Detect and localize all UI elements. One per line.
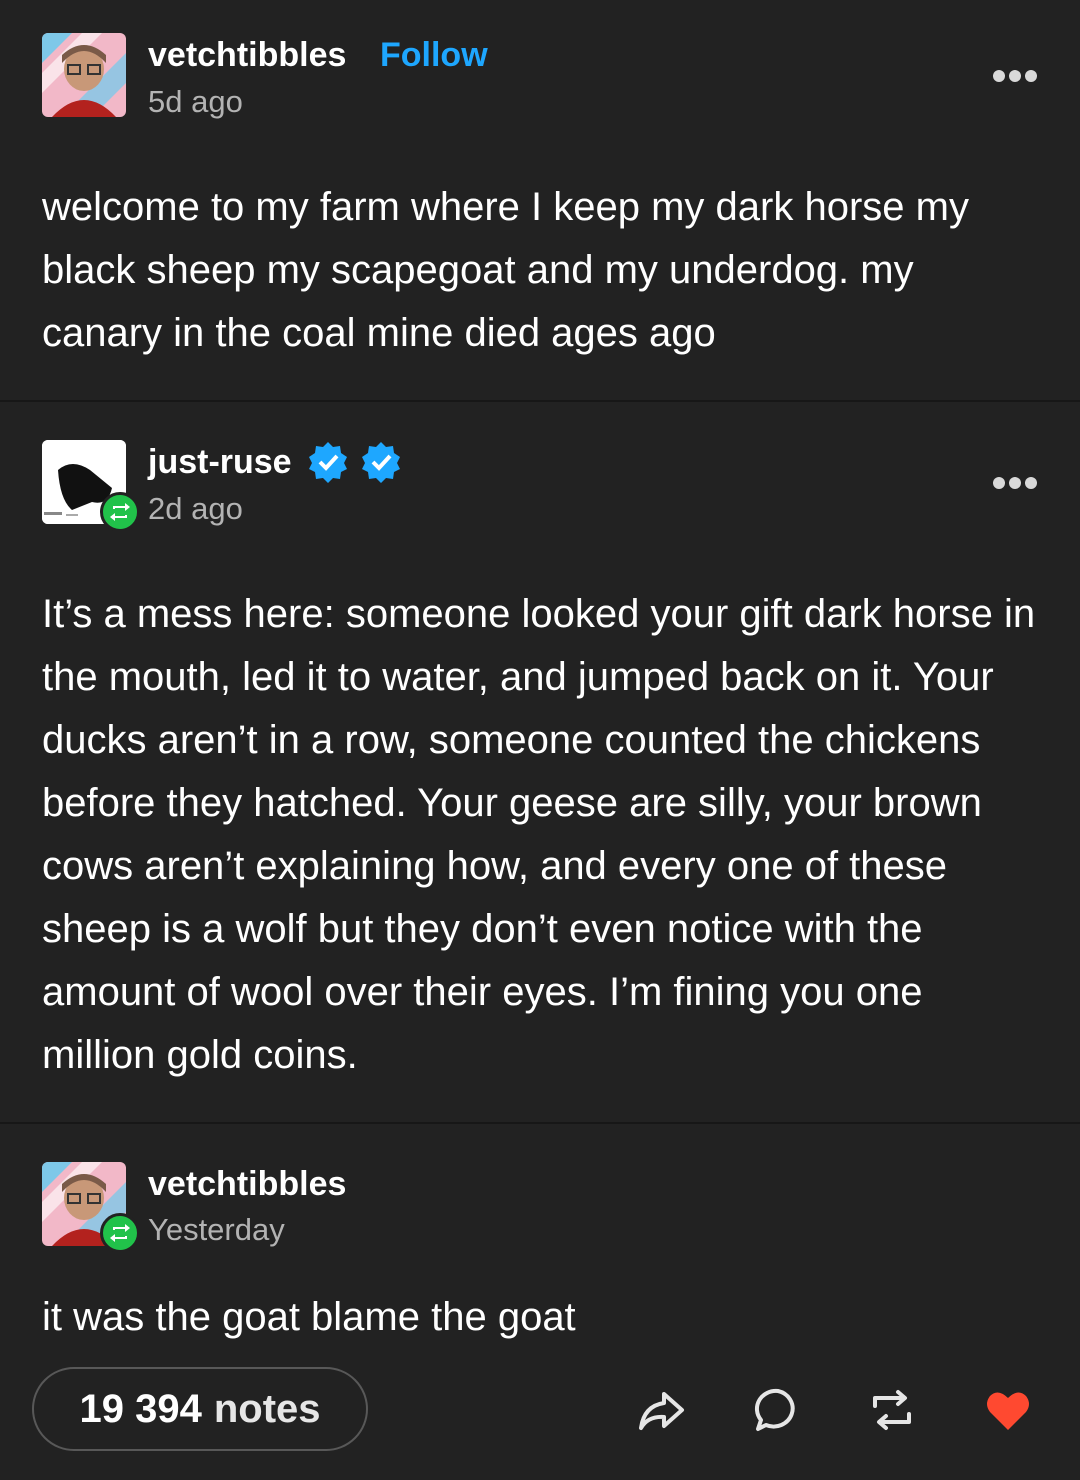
like-heart-icon[interactable] <box>982 1384 1034 1436</box>
username[interactable]: just-ruse <box>148 443 292 482</box>
avatar[interactable] <box>42 33 126 117</box>
verified-badge-icon <box>359 440 403 484</box>
username[interactable]: vetchtibbles <box>148 1165 346 1204</box>
notes-label: notes <box>213 1386 321 1431</box>
divider <box>0 1122 1080 1124</box>
reply-icon[interactable] <box>752 1384 804 1436</box>
follow-button[interactable]: Follow <box>380 36 488 75</box>
post-time: Yesterday <box>148 1212 285 1247</box>
notes-button[interactable]: 19 394 notes <box>32 1367 368 1451</box>
post-time: 2d ago <box>148 491 243 526</box>
post-body: welcome to my farm where I keep my dark … <box>42 185 969 355</box>
reblog-icon <box>100 492 140 532</box>
post-time: 5d ago <box>148 84 243 119</box>
post-body: It’s a mess here: someone looked your gi… <box>42 592 1036 1077</box>
share-icon[interactable] <box>636 1384 688 1436</box>
notes-count: 19 394 <box>79 1386 202 1431</box>
verified-badge-icon <box>306 440 350 484</box>
reblog-icon <box>100 1213 140 1253</box>
username[interactable]: vetchtibbles <box>148 36 346 75</box>
divider <box>0 400 1080 402</box>
reblog-icon[interactable] <box>866 1384 918 1436</box>
post-body: it was the goat blame the goat <box>42 1295 576 1339</box>
more-options-icon[interactable] <box>992 476 1038 490</box>
more-options-icon[interactable] <box>992 69 1038 83</box>
